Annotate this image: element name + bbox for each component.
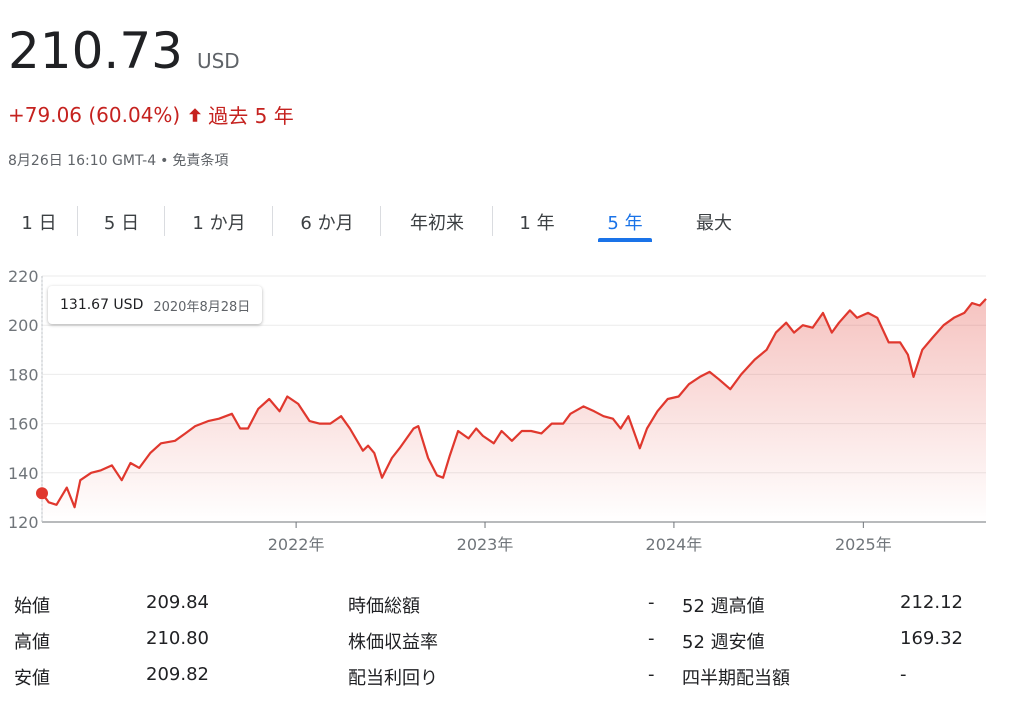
active-tab-indicator [598,238,652,242]
quote-meta: 8月26日 16:10 GMT-4 • 免責条項 [8,153,229,169]
stats-row: 安値 209.82 配当利回り - 四半期配当額 - [14,658,974,694]
arrow-up-icon [189,107,202,122]
quote-timestamp: 8月26日 16:10 GMT-4 [8,153,157,169]
hover-point [36,487,48,500]
tab-1-month[interactable]: 1 か月 [165,200,273,244]
stat-value-pe-ratio: - [648,628,655,649]
tab-1-year[interactable]: 1 年 [493,200,581,244]
stat-value-high: 210.80 [146,628,209,649]
stat-label-52w-high: 52 週高値 [682,596,765,617]
stat-label-open: 始値 [14,596,50,617]
stat-value-dividend-yield: - [648,664,655,685]
stats-table: 始値 209.84 時価総額 - 52 週高値 212.12 高値 210.80… [14,586,974,694]
tab-1-day[interactable]: 1 日 [0,200,78,244]
stat-value-52w-high: 212.12 [900,592,963,613]
current-price: 210.73 [8,22,183,80]
x-tick-label: 2023年 [457,535,514,554]
y-tick-label: 200 [8,316,39,335]
tab-max[interactable]: 最大 [669,200,759,244]
change-amount: +79.06 (60.04%) [8,102,181,127]
stat-label-52w-low: 52 週安値 [682,632,765,653]
stat-label-dividend-yield: 配当利回り [348,668,438,689]
change-period: 過去 5 年 [208,104,294,128]
x-tick-label: 2024年 [646,535,703,554]
currency-label: USD [196,49,240,73]
range-tabs: 1 日 5 日 1 か月 6 か月 年初来 1 年 5 年 最大 [0,200,759,244]
stat-label-pe-ratio: 株価収益率 [348,632,438,653]
stat-value-quarterly-dividend: - [900,664,907,685]
stats-row: 始値 209.84 時価総額 - 52 週高値 212.12 [14,586,974,622]
price-area-fill [42,298,986,522]
tab-6-month[interactable]: 6 か月 [273,200,381,244]
x-tick-label: 2022年 [268,535,325,554]
stat-value-low: 209.82 [146,664,209,685]
disclaimer-link[interactable]: 免責条項 [172,153,228,169]
stat-label-quarterly-dividend: 四半期配当額 [682,668,790,689]
y-tick-label: 220 [8,267,39,286]
stat-label-low: 安値 [14,668,50,689]
y-tick-label: 180 [8,365,39,384]
y-tick-label: 140 [8,464,39,483]
stat-label-market-cap: 時価総額 [348,596,420,617]
stat-label-high: 高値 [14,632,50,653]
chart-tooltip: 131.67 USD 2020年8月28日 [48,286,263,324]
tab-ytd[interactable]: 年初来 [381,200,493,244]
x-tick-label: 2025年 [835,535,892,554]
stats-row: 高値 210.80 株価収益率 - 52 週安値 169.32 [14,622,974,658]
tab-5-year[interactable]: 5 年 [581,200,669,244]
stat-value-market-cap: - [648,592,655,613]
tab-5-day[interactable]: 5 日 [78,200,165,244]
price-header: 210.73 USD [8,22,240,80]
price-change: +79.06 (60.04%) 過去 5 年 [8,100,294,129]
stat-value-52w-low: 169.32 [900,628,963,649]
tooltip-value: 131.67 USD [60,297,144,313]
stat-value-open: 209.84 [146,592,209,613]
y-tick-label: 160 [8,415,39,434]
tooltip-date: 2020年8月28日 [153,299,251,315]
y-tick-label: 120 [8,513,39,532]
